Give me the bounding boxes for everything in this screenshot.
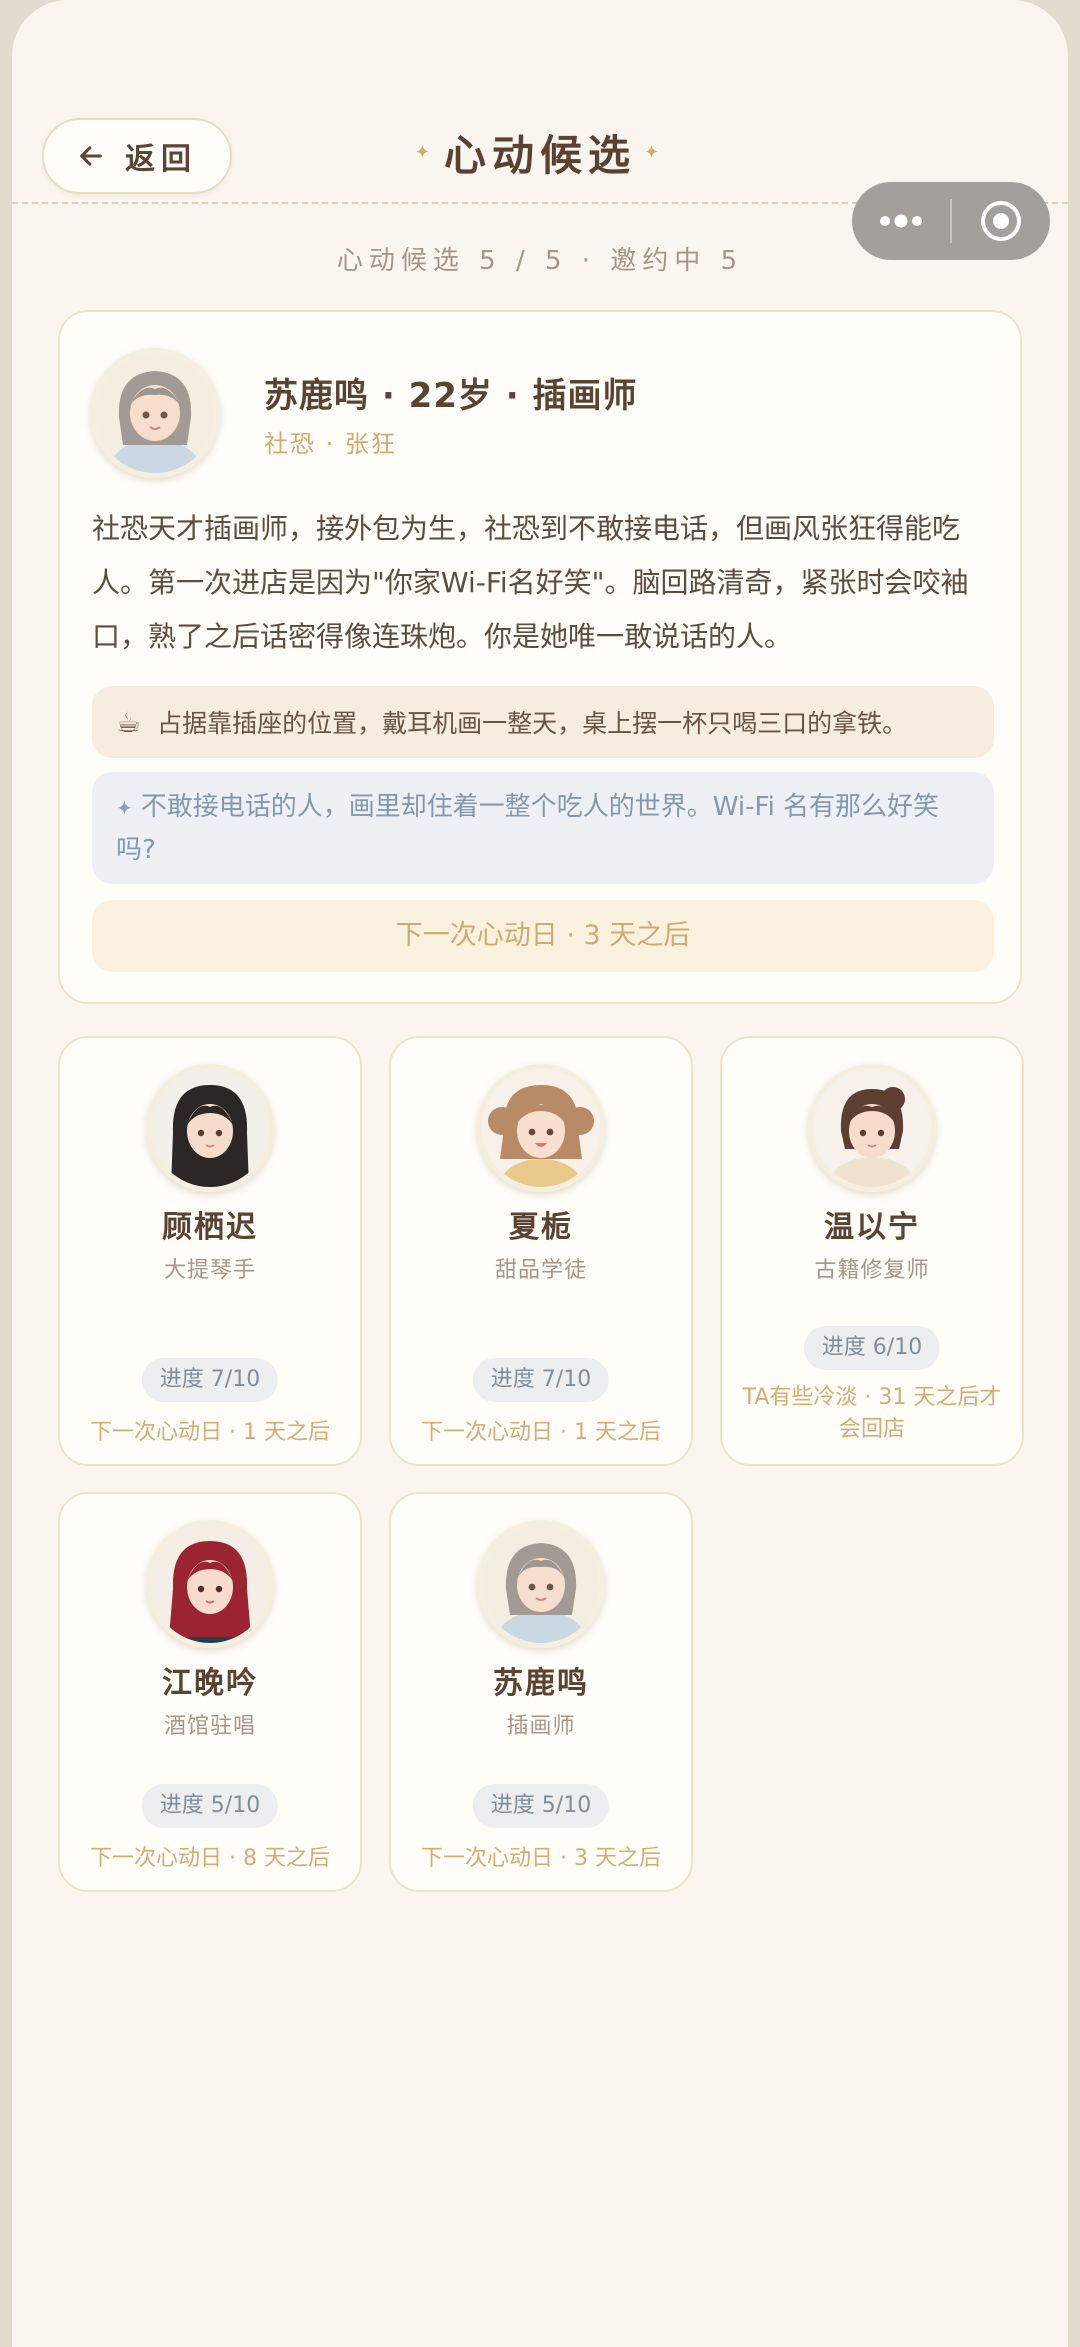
candidate-name: 温以宁 [824, 1210, 920, 1245]
habit-note: ☕ 占据靠插座的位置，戴耳机画一整天，桌上摆一杯只喝三口的拿铁。 [92, 686, 994, 758]
candidate-avatar [146, 1520, 274, 1648]
candidate-next-date: 下一次心动日 · 3 天之后 [421, 1846, 661, 1871]
progress-badge: 进度 7/10 [141, 1358, 279, 1402]
sparkle-icon: ✦ [644, 142, 666, 163]
candidate-next-date: 下一次心动日 · 1 天之后 [90, 1420, 330, 1445]
candidate-role: 酒馆驻唱 [163, 1714, 256, 1739]
candidate-name: 苏鹿鸣 [493, 1666, 589, 1701]
avatar-illustration [482, 1069, 600, 1187]
page-title-wrap: ✦ 心动候选 ✦ [12, 122, 1068, 183]
avatar-illustration [151, 1069, 269, 1187]
candidate-role: 大提琴手 [163, 1258, 256, 1283]
candidate-role: 甜品学徒 [494, 1258, 587, 1283]
page-title: 心动候选 [443, 131, 636, 180]
candidate-avatar [146, 1064, 274, 1192]
candidate-next-date: 下一次心动日 · 1 天之后 [421, 1420, 661, 1445]
candidate-role: 插画师 [506, 1714, 576, 1739]
progress-badge: 进度 5/10 [472, 1784, 610, 1828]
candidate-name: 夏栀 [509, 1210, 573, 1245]
candidate-card[interactable]: 夏栀 甜品学徒 进度 7/10 下一次心动日 · 1 天之后 [389, 1036, 693, 1466]
progress-badge: 进度 5/10 [141, 1784, 279, 1828]
featured-avatar [90, 348, 220, 478]
featured-next-date: 下一次心动日 · 3 天之后 [92, 900, 994, 972]
candidate-avatar [808, 1064, 936, 1192]
sparkle-icon: ✦ [116, 796, 133, 820]
header: 返回 ✦ 心动候选 ✦ [12, 0, 1068, 260]
featured-name: 苏鹿鸣 · 22岁 · 插画师 [264, 376, 638, 416]
candidate-card[interactable]: 苏鹿鸣 插画师 进度 5/10 下一次心动日 · 3 天之后 [389, 1492, 693, 1892]
candidate-next-date: 下一次心动日 · 8 天之后 [90, 1846, 330, 1871]
featured-card[interactable]: 苏鹿鸣 · 22岁 · 插画师 社恐 · 张狂 社恐天才插画师，接外包为生，社恐… [58, 310, 1022, 1004]
more-dots-icon [880, 214, 922, 228]
candidate-stats: 心动候选 5 / 5 · 邀约中 5 [336, 246, 744, 276]
candidate-avatar [477, 1520, 605, 1648]
progress-badge: 进度 6/10 [803, 1326, 941, 1370]
featured-tags: 社恐 · 张狂 [264, 430, 397, 458]
featured-bio: 社恐天才插画师，接外包为生，社恐到不敢接电话，但画风张狂得能吃人。第一次进店是因… [92, 512, 969, 653]
sparkle-icon: ✦ [414, 142, 436, 163]
quote-note: ✦ 不敢接电话的人，画里却住着一整个吃人的世界。Wi-Fi 名有那么好笑吗? [92, 772, 994, 884]
avatar-illustration [151, 1525, 269, 1643]
progress-badge: 进度 7/10 [472, 1358, 610, 1402]
candidate-card[interactable]: 顾栖迟 大提琴手 进度 7/10 下一次心动日 · 1 天之后 [58, 1036, 362, 1466]
avatar-illustration [482, 1525, 600, 1643]
candidate-avatar [477, 1064, 605, 1192]
candidate-name: 江晚吟 [162, 1666, 258, 1701]
candidate-role: 古籍修复师 [814, 1258, 930, 1283]
coffee-cup-icon: ☕ [116, 705, 142, 739]
quote-text: 不敢接电话的人，画里却住着一整个吃人的世界。Wi-Fi 名有那么好笑吗? [116, 792, 940, 865]
candidate-name: 顾栖迟 [162, 1210, 258, 1245]
app-screen: 返回 ✦ 心动候选 ✦ 心动候选 5 / 5 · 邀约中 5 苏鹿鸣 · 22岁… [12, 0, 1068, 2347]
candidate-next-date: TA有些冷淡 · 31 天之后才会回店 [742, 1385, 1002, 1442]
candidate-card[interactable]: 江晚吟 酒馆驻唱 进度 5/10 下一次心动日 · 8 天之后 [58, 1492, 362, 1892]
avatar-illustration [813, 1069, 931, 1187]
target-circle-icon [981, 201, 1021, 241]
habit-text: 占据靠插座的位置，戴耳机画一整天，桌上摆一杯只喝三口的拿铁。 [157, 709, 908, 738]
avatar-illustration [95, 353, 215, 473]
candidate-card[interactable]: 温以宁 古籍修复师 进度 6/10 TA有些冷淡 · 31 天之后才会回店 [720, 1036, 1024, 1466]
